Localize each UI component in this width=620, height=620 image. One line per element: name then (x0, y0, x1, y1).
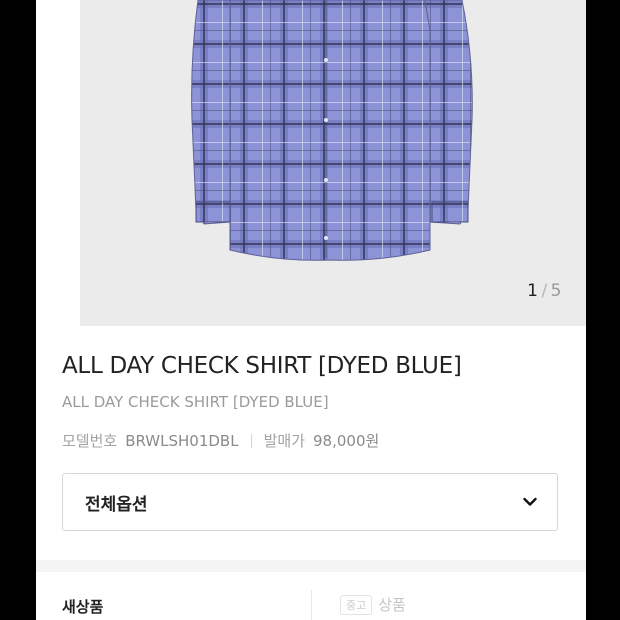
product-subtitle: ALL DAY CHECK SHIRT [DYED BLUE] (62, 393, 329, 411)
model-number-value: BRWLSH01DBL (125, 431, 239, 450)
product-page: 1/5 ALL DAY CHECK SHIRT [DYED BLUE] ALL … (36, 0, 586, 620)
release-price-label: 발매가 (263, 432, 305, 450)
pager-separator: / (541, 281, 548, 301)
model-number-label: 모델번호 (62, 432, 118, 450)
section-divider (36, 560, 586, 572)
pager-total: 5 (550, 281, 562, 301)
option-dropdown-label: 전체옵션 (85, 494, 148, 515)
release-price-value: 98,000원 (313, 432, 380, 450)
chevron-down-icon (523, 497, 537, 506)
pager-current: 1 (527, 281, 539, 301)
used-item-label: 상품 (378, 596, 406, 614)
condition-tabs: 새상품 중고 상품 (36, 572, 586, 620)
meta-divider (250, 433, 252, 448)
image-pager: 1/5 (527, 281, 562, 301)
used-badge: 중고 (340, 594, 373, 615)
option-dropdown[interactable]: 전체옵션 (62, 473, 558, 531)
product-image-gallery[interactable]: 1/5 (36, 0, 586, 326)
product-meta: 모델번호 BRWLSH01DBL 발매가 98,000원 (62, 430, 379, 451)
tab-divider (311, 590, 312, 620)
product-photo[interactable] (80, 0, 586, 326)
product-title: ALL DAY CHECK SHIRT [DYED BLUE] (62, 353, 462, 379)
tab-used-item[interactable]: 중고 상품 (340, 594, 406, 615)
tab-new-item[interactable]: 새상품 (62, 596, 103, 617)
